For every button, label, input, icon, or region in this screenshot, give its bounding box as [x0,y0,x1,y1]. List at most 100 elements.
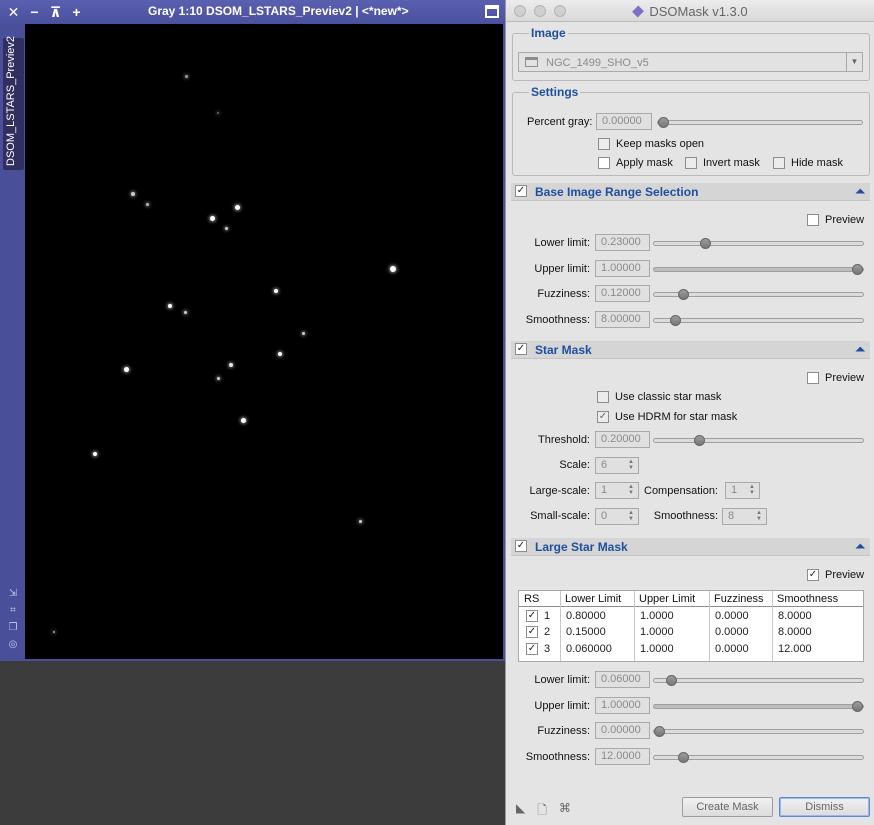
fit-view-icon[interactable]: ⇲ [4,588,22,600]
base-fuzziness-label: Fuzziness: [537,288,590,300]
base-lower-limit-field[interactable]: 0.23000 [595,234,650,251]
browse-documentation-icon[interactable]: 🗋 [537,801,547,822]
slider-knob[interactable] [677,289,689,300]
star-mask-preview-label: Preview [825,372,865,384]
base-smoothness-slider[interactable] [653,315,864,326]
star-mask-enable-checkbox[interactable]: ✓ [515,343,527,355]
base-range-preview-checkbox[interactable] [807,214,819,226]
slider-knob[interactable] [658,117,669,128]
clone-icon[interactable]: ❐ [4,622,22,634]
column-header[interactable]: Fuzziness [714,593,764,605]
ls-fuzziness-slider[interactable] [653,726,864,737]
star-mask-section-header[interactable]: ✓ Star Mask ⏶ [511,341,870,359]
slider-knob[interactable] [852,701,863,712]
expand-icon[interactable]: + [69,3,84,21]
rs-cell: 1 [544,610,551,622]
apply-mask-checkbox[interactable] [598,157,610,169]
fuzziness-cell: 0.0000 [715,626,749,638]
close-icon[interactable]: ✕ [6,3,21,21]
create-mask-button[interactable]: Create Mask [682,797,773,817]
base-range-preview-label: Preview [825,214,865,226]
collapse-icon[interactable]: ⏶ [855,342,865,356]
row-checkbox[interactable]: ✓ [526,610,538,622]
row-checkbox[interactable]: ✓ [526,626,538,638]
row-checkbox[interactable]: ✓ [526,643,538,655]
slider-knob[interactable] [677,752,689,763]
target-icon[interactable]: ◎ [4,639,22,651]
compensation-spinbox[interactable]: 1 ▲ ▼ [725,482,760,499]
ls-fuzziness-field[interactable]: 0.00000 [595,722,650,739]
ls-lower-limit-label: Lower limit: [534,674,590,686]
base-upper-limit-slider[interactable] [653,264,864,275]
use-classic-star-mask-checkbox[interactable] [597,391,609,403]
base-fuzziness-field[interactable]: 0.12000 [595,285,650,302]
use-classic-star-mask-label: Use classic star mask [615,391,722,403]
collapse-icon[interactable]: ⏶ [855,184,865,198]
spin-arrows-icon[interactable]: ▲ ▼ [753,510,765,523]
invert-mask-checkbox[interactable] [685,157,697,169]
large-star-table[interactable]: RS Lower Limit Upper Limit Fuzziness Smo… [518,590,864,662]
keep-masks-open-checkbox[interactable] [598,138,610,150]
new-instance-icon[interactable]: ◣ [516,801,525,822]
star [93,452,97,456]
large-star-mask-section-header[interactable]: ✓ Large Star Mask ⏶ [511,538,870,556]
large-scale-spinbox[interactable]: 1 ▲ ▼ [595,482,639,499]
base-upper-limit-field[interactable]: 1.00000 [595,260,650,277]
large-star-mask-preview-checkbox[interactable]: ✓ [807,569,819,581]
slider-knob[interactable] [654,726,665,737]
view-tab[interactable]: DSOM_LSTARS_Previev2 [3,36,24,170]
collapse-icon[interactable]: ⏶ [855,539,865,553]
base-fuzziness-slider[interactable] [653,289,864,300]
base-lower-limit-slider[interactable] [653,238,864,249]
slider-knob[interactable] [669,315,681,326]
threshold-field[interactable]: 0.20000 [595,431,650,448]
image-window-titlebar[interactable]: ✕ − ⊼ + Gray 1:10 DSOM_LSTARS_Previev2 |… [0,0,505,24]
dismiss-button[interactable]: Dismiss [779,797,870,817]
percent-gray-field[interactable]: 0.00000 [596,113,652,130]
ls-fuzziness-label: Fuzziness: [537,725,590,737]
slider-knob[interactable] [852,264,863,275]
column-header[interactable]: Smoothness [777,593,838,605]
star [359,520,362,523]
maximize-icon[interactable] [485,5,499,18]
use-hdrm-checkbox[interactable]: ✓ [597,411,609,423]
spin-arrows-icon[interactable]: ▲ ▼ [625,484,637,497]
star-mask-preview-checkbox[interactable] [807,372,819,384]
image-canvas[interactable] [25,24,503,659]
spin-arrows-icon[interactable]: ▲ ▼ [625,459,637,472]
chevron-down-icon: ▼ [846,53,862,71]
base-range-enable-checkbox[interactable]: ✓ [515,185,527,197]
shade-icon[interactable]: ⊼ [48,3,63,21]
spin-arrows-icon[interactable]: ▲ ▼ [746,484,758,497]
column-header[interactable]: Upper Limit [639,593,695,605]
view-side-tools: ⇲ ⌗ ❐ ◎ [4,588,22,651]
ls-upper-limit-slider[interactable] [653,701,864,712]
column-header[interactable]: RS [524,593,539,605]
small-scale-spinbox[interactable]: 0 ▲ ▼ [595,508,639,525]
ls-lower-limit-field[interactable]: 0.06000 [595,671,650,688]
threshold-slider[interactable] [653,435,864,446]
image-selector[interactable]: NGC_1499_SHO_v5 ▼ [518,52,863,72]
minimize-icon[interactable]: − [27,3,42,21]
slider-knob[interactable] [693,435,705,446]
scale-spinbox[interactable]: 6 ▲ ▼ [595,457,639,474]
dialog-titlebar[interactable]: DSOMask v1.3.0 [506,0,874,22]
ls-smoothness-field[interactable]: 12.0000 [595,748,650,765]
star [229,363,233,367]
reset-icon[interactable]: ⌘ [559,801,571,822]
ls-upper-limit-field[interactable]: 1.00000 [595,697,650,714]
base-range-section-header[interactable]: ✓ Base Image Range Selection ⏶ [511,183,870,201]
star-smoothness-spinbox[interactable]: 8 ▲ ▼ [722,508,767,525]
large-star-mask-enable-checkbox[interactable]: ✓ [515,540,527,552]
percent-gray-slider[interactable] [657,117,863,128]
crop-icon[interactable]: ⌗ [4,605,22,617]
slider-knob[interactable] [699,238,711,249]
star [168,304,172,308]
spin-arrows-icon[interactable]: ▲ ▼ [625,510,637,523]
hide-mask-checkbox[interactable] [773,157,785,169]
base-smoothness-field[interactable]: 8.00000 [595,311,650,328]
column-header[interactable]: Lower Limit [565,593,621,605]
ls-lower-limit-slider[interactable] [653,675,864,686]
ls-smoothness-slider[interactable] [653,752,864,763]
slider-knob[interactable] [665,675,677,686]
